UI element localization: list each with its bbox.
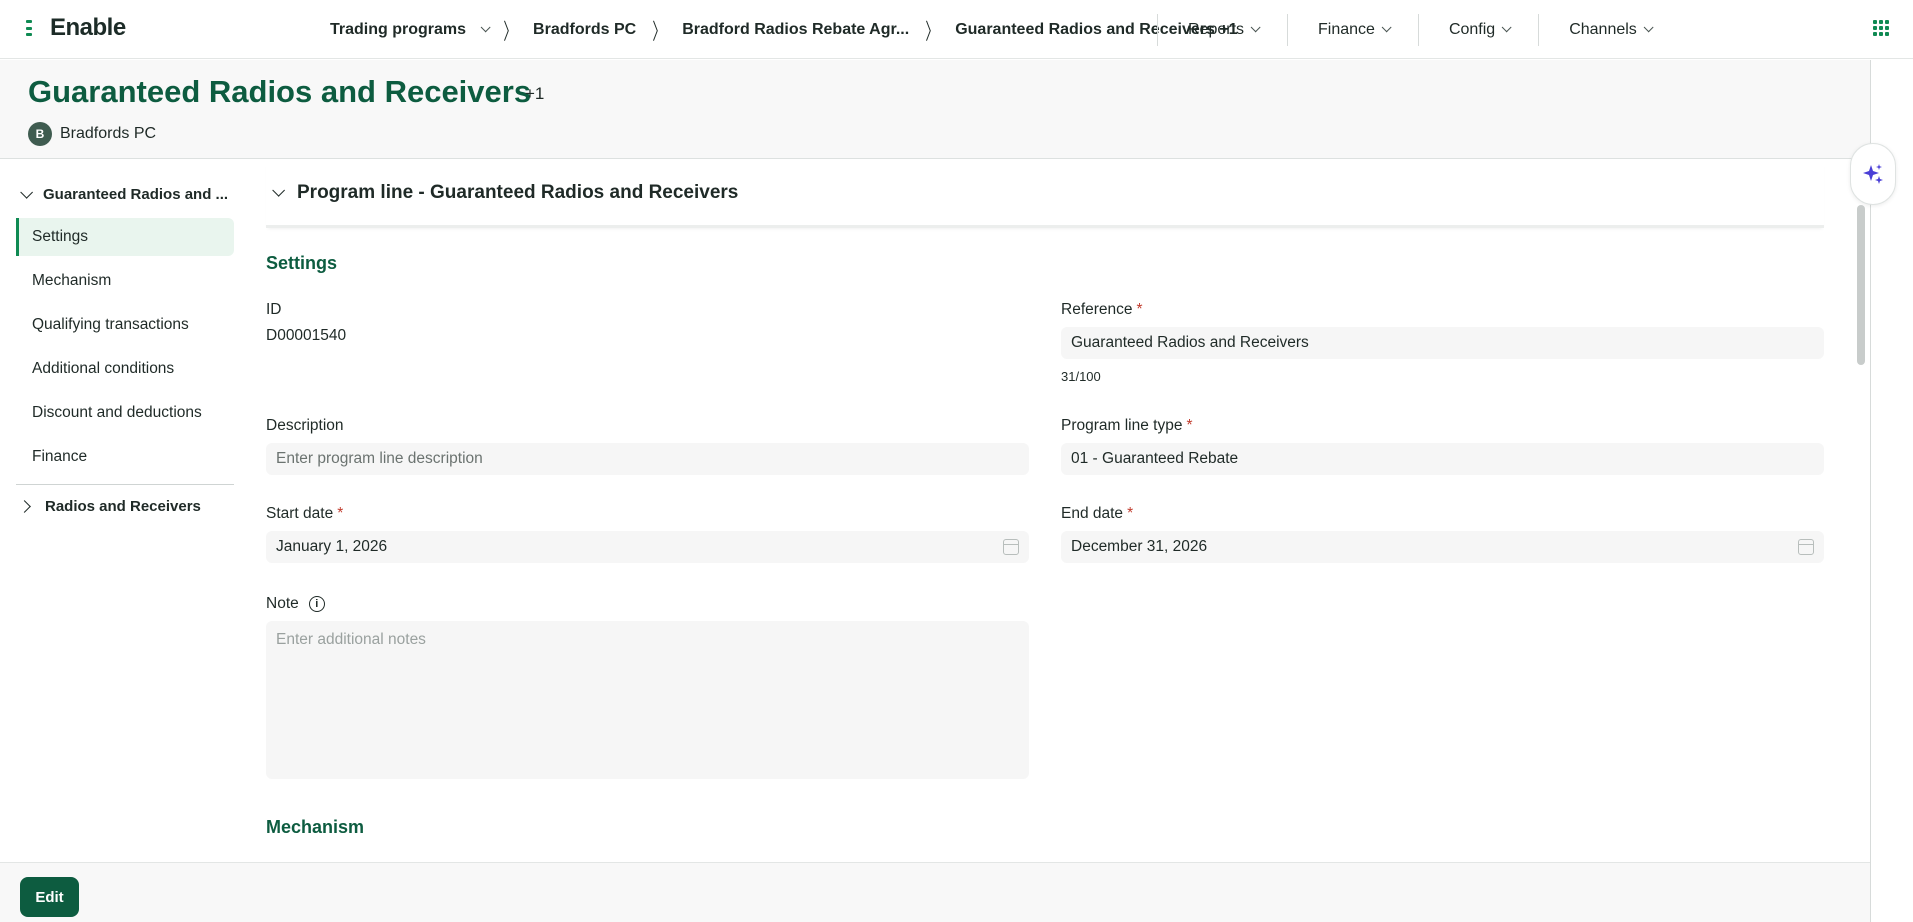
footer-bar: Edit	[0, 862, 1870, 922]
sidebar-divider	[16, 484, 234, 485]
page-header: Guaranteed Radios and Receivers +1 B Bra…	[0, 60, 1871, 159]
breadcrumb: Trading programs 〉 Bradfords PC 〉 Bradfo…	[330, 0, 1238, 59]
breadcrumb-separator-icon: 〉	[925, 18, 939, 44]
top-bar: Enable Trading programs 〉 Bradfords PC 〉…	[0, 0, 1913, 59]
info-icon[interactable]: i	[308, 596, 325, 612]
start-date-label: Start date *	[266, 505, 344, 522]
edit-button[interactable]: Edit	[20, 877, 79, 917]
description-input[interactable]: Enter program line description	[266, 443, 1029, 475]
main-content: Program line - Guaranteed Radios and Rec…	[266, 160, 1824, 860]
nav-config[interactable]: Config	[1419, 0, 1538, 59]
note-label: Note i	[266, 595, 1029, 613]
required-mark: *	[1136, 301, 1143, 318]
nav-label: Finance	[1318, 20, 1375, 38]
note-field: Note i Enter additional notes	[266, 595, 1029, 779]
nav-label: Config	[1448, 20, 1496, 38]
calendar-icon[interactable]	[1798, 539, 1814, 555]
reference-counter: 31/100	[1061, 369, 1101, 384]
chevron-down-icon	[1381, 22, 1392, 33]
program-line-type-field: Program line type * 01 - Guaranteed Rebat…	[1061, 417, 1824, 475]
sidebar-group-label: Guaranteed Radios and ...	[43, 186, 229, 203]
sidebar-item-qualifying-transactions[interactable]: Qualifying transactions	[16, 306, 234, 344]
sidebar-item-additional-conditions[interactable]: Additional conditions	[16, 350, 234, 388]
breadcrumb-trading-programs[interactable]: Trading programs	[330, 20, 491, 39]
sidebar-group-radios[interactable]: Radios and Receivers	[18, 498, 201, 515]
breadcrumb-label: Bradfords PC	[533, 20, 637, 38]
sidebar-item-settings[interactable]: Settings	[16, 218, 234, 256]
sidebar: Guaranteed Radios and ... Settings Mecha…	[0, 160, 240, 860]
breadcrumb-bradfords-pc[interactable]: Bradfords PC	[533, 21, 636, 39]
start-date-input[interactable]: January 1, 2026	[266, 531, 1029, 563]
reference-field: Reference * Guaranteed Radios and Receive…	[1061, 301, 1824, 384]
page-title: Guaranteed Radios and Receivers	[28, 74, 532, 109]
breadcrumb-label: Trading programs	[330, 20, 467, 38]
reference-input[interactable]: Guaranteed Radios and Receivers	[1061, 327, 1824, 359]
sidebar-group-guaranteed[interactable]: Guaranteed Radios and ...	[20, 186, 228, 203]
enable-logo[interactable]: Enable	[26, 14, 126, 42]
chevron-down-icon	[1501, 22, 1512, 33]
nav-finance[interactable]: Finance	[1288, 0, 1418, 59]
sidebar-group-label: Radios and Receivers	[45, 498, 201, 515]
calendar-icon[interactable]	[1003, 539, 1019, 555]
chevron-right-icon	[18, 500, 31, 513]
program-line-type-select[interactable]: 01 - Guaranteed Rebate	[1061, 443, 1824, 475]
start-date-field: Start date * January 1, 2026	[266, 505, 1029, 563]
end-date-value: December 31, 2026	[1071, 538, 1208, 555]
nav-label: Reports	[1188, 20, 1245, 38]
breadcrumb-agreement[interactable]: Bradford Radios Rebate Agr...	[682, 21, 909, 39]
description-label: Description	[266, 417, 344, 434]
end-date-input[interactable]: December 31, 2026	[1061, 531, 1824, 563]
sparkle-icon	[1863, 164, 1883, 184]
scrollbar-thumb[interactable]	[1857, 205, 1865, 365]
breadcrumb-label: Bradford Radios Rebate Agr...	[682, 20, 910, 38]
owner: B Bradfords PC	[28, 122, 156, 146]
chevron-down-icon	[272, 184, 285, 197]
chevron-down-icon	[20, 186, 33, 199]
id-value: D00001540	[266, 327, 347, 344]
sidebar-item-discount-deductions[interactable]: Discount and deductions	[16, 394, 234, 432]
program-line-header[interactable]: Program line - Guaranteed Radios and Rec…	[266, 160, 1824, 228]
nav-channels[interactable]: Channels	[1539, 0, 1680, 59]
settings-title: Settings	[266, 253, 338, 273]
breadcrumb-separator-icon: 〉	[652, 18, 666, 44]
sidebar-items: Settings Mechanism Qualifying transactio…	[16, 218, 234, 482]
logo-text: Enable	[50, 14, 126, 41]
sidebar-item-finance[interactable]: Finance	[16, 438, 234, 476]
reference-label: Reference *	[1061, 301, 1143, 318]
logo-mark-icon	[26, 18, 46, 38]
end-date-label: End date *	[1061, 505, 1134, 522]
breadcrumb-separator-icon: 〉	[503, 18, 517, 44]
required-mark: *	[337, 505, 344, 522]
title-count-badge[interactable]: +1	[525, 84, 544, 104]
note-textarea[interactable]: Enter additional notes	[266, 621, 1029, 779]
sidebar-item-mechanism[interactable]: Mechanism	[16, 262, 234, 300]
start-date-value: January 1, 2026	[276, 538, 388, 555]
nav-label: Channels	[1569, 20, 1637, 38]
nav-reports[interactable]: Reports	[1158, 0, 1287, 59]
chevron-down-icon	[1250, 22, 1261, 33]
owner-name: Bradfords PC	[60, 125, 157, 142]
mechanism-title: Mechanism	[266, 817, 365, 837]
id-label: ID	[266, 301, 282, 318]
id-field: ID D00001540	[266, 301, 1029, 345]
section-title: Program line - Guaranteed Radios and Rec…	[297, 181, 739, 203]
program-line-type-label: Program line type *	[1061, 417, 1193, 434]
apps-grid-icon[interactable]	[1873, 20, 1889, 36]
required-mark: *	[1186, 417, 1193, 434]
chevron-down-icon	[480, 22, 491, 33]
chevron-down-icon	[1643, 22, 1654, 33]
avatar: B	[28, 122, 52, 146]
required-mark: *	[1127, 505, 1134, 522]
top-nav: Reports Finance Config Channels	[1157, 0, 1680, 59]
ai-assistant-button[interactable]	[1850, 143, 1896, 205]
end-date-field: End date * December 31, 2026	[1061, 505, 1824, 563]
description-field: Description Enter program line descripti…	[266, 417, 1029, 475]
